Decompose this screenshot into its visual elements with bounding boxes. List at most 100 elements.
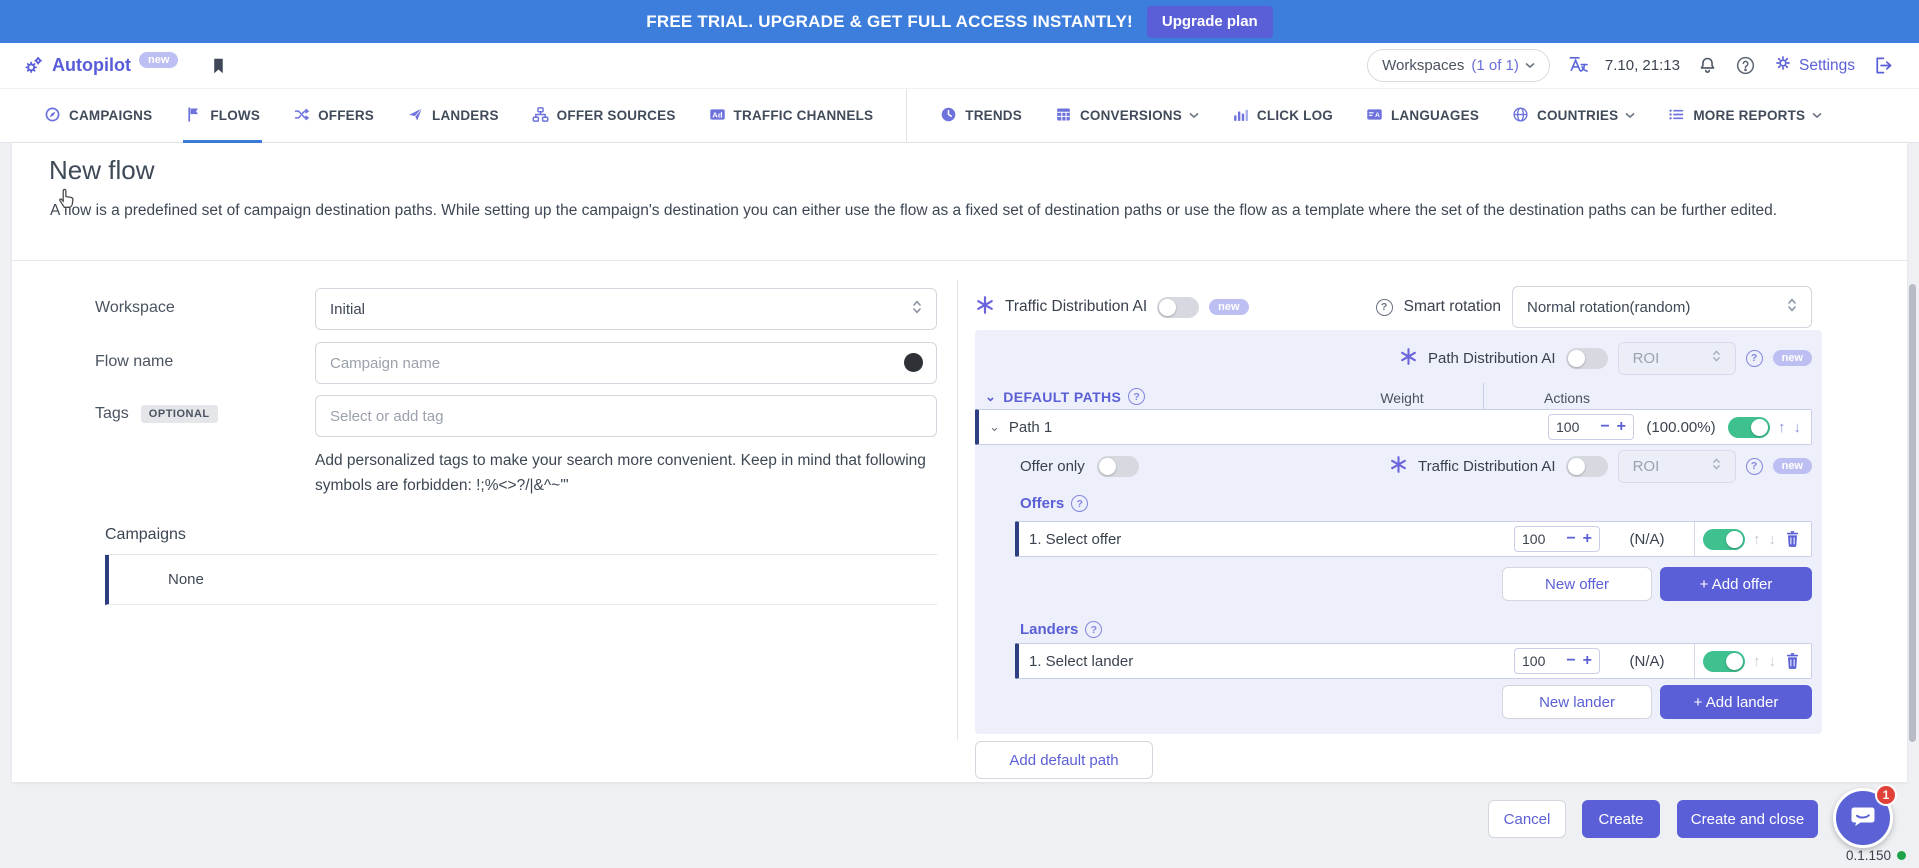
- lander-weight-value[interactable]: 100: [1522, 653, 1559, 669]
- lander-select-cell[interactable]: 1. Select lander: [1029, 653, 1506, 670]
- chat-unread-badge: 1: [1875, 784, 1897, 806]
- trash-icon[interactable]: [1784, 530, 1801, 548]
- create-button[interactable]: Create: [1582, 800, 1660, 838]
- path-name: Path 1: [1009, 419, 1052, 436]
- shuffle-icon: [293, 106, 310, 126]
- path-traffic-ai-toggle[interactable]: [1566, 456, 1608, 477]
- tab-click-log[interactable]: CLICK LOG: [1232, 89, 1333, 142]
- tab-landers[interactable]: LANDERS: [407, 89, 499, 142]
- path-enabled-toggle[interactable]: [1728, 417, 1770, 438]
- scrollbar-thumb[interactable]: [1909, 284, 1916, 742]
- cancel-button[interactable]: Cancel: [1488, 800, 1566, 838]
- divider: [957, 280, 958, 740]
- list-icon: [1668, 106, 1685, 126]
- path-weight-value[interactable]: 100: [1556, 419, 1593, 435]
- tags-label-row: Tags OPTIONAL: [95, 405, 218, 423]
- help-icon[interactable]: [1735, 55, 1756, 76]
- offer-row: 1. Select offer 100 − + (N/A) ↑ ↓: [1015, 521, 1812, 557]
- path-distribution-ai-row: Path Distribution AI ROI ? new: [1112, 341, 1812, 375]
- traffic-ai-label: Traffic Distribution AI: [1005, 298, 1147, 316]
- brand[interactable]: Autopilot new: [22, 55, 178, 77]
- version-text: 0.1.150: [1846, 848, 1891, 863]
- tab-countries[interactable]: COUNTRIES: [1512, 89, 1635, 142]
- chevron-down-icon: [1189, 112, 1199, 119]
- add-offer-button[interactable]: + Add offer: [1660, 567, 1812, 601]
- lander-enabled-toggle[interactable]: [1703, 651, 1745, 672]
- tags-input[interactable]: [315, 395, 937, 437]
- plus-icon[interactable]: +: [1583, 531, 1592, 547]
- minus-icon[interactable]: −: [1566, 653, 1575, 669]
- upgrade-plan-button[interactable]: Upgrade plan: [1147, 6, 1273, 38]
- offer-enabled-toggle[interactable]: [1703, 529, 1745, 550]
- tab-traffic-channels[interactable]: Ad TRAFFIC CHANNELS: [709, 89, 874, 142]
- offer-only-toggle[interactable]: [1097, 456, 1139, 477]
- campaigns-none-value: None: [168, 571, 204, 588]
- help-circle-icon[interactable]: ?: [1071, 495, 1088, 512]
- path-ai-metric-value: ROI: [1633, 350, 1660, 367]
- minus-icon[interactable]: −: [1566, 531, 1575, 547]
- settings-button[interactable]: Settings: [1773, 53, 1855, 78]
- logout-icon[interactable]: [1872, 55, 1893, 76]
- tab-offer-sources[interactable]: OFFER SOURCES: [532, 89, 676, 142]
- paper-plane-icon: [407, 106, 424, 126]
- autopilot-cogs-icon: [22, 55, 44, 77]
- minus-icon[interactable]: −: [1600, 419, 1609, 435]
- tab-languages[interactable]: A LANGUAGES: [1366, 89, 1479, 142]
- flow-name-color-dot[interactable]: [904, 353, 923, 372]
- help-circle-icon[interactable]: ?: [1376, 299, 1393, 316]
- add-lander-button[interactable]: + Add lander: [1660, 685, 1812, 719]
- lander-weight-stepper: 100 − +: [1514, 648, 1600, 674]
- workspace-select-value: Initial: [330, 301, 365, 318]
- tab-offers[interactable]: OFFERS: [293, 89, 374, 142]
- tab-conversions[interactable]: CONVERSIONS: [1055, 89, 1199, 142]
- tabs-group-divider: [906, 89, 907, 142]
- new-offer-button[interactable]: New offer: [1502, 567, 1652, 601]
- tab-more-reports[interactable]: MORE REPORTS: [1668, 89, 1822, 142]
- workspaces-dropdown[interactable]: Workspaces (1 of 1): [1367, 49, 1550, 82]
- lander-row: 1. Select lander 100 − + (N/A) ↑ ↓: [1015, 643, 1812, 679]
- select-chevrons-icon: [1787, 297, 1797, 317]
- chevron-down-icon: ⌄: [989, 419, 1000, 435]
- plus-icon[interactable]: +: [1583, 653, 1592, 669]
- plus-icon[interactable]: +: [1617, 419, 1626, 435]
- add-default-path-button[interactable]: Add default path: [975, 741, 1153, 779]
- move-up-icon[interactable]: ↑: [1778, 419, 1786, 436]
- trash-icon[interactable]: [1784, 652, 1801, 670]
- notifications-bell-icon[interactable]: [1697, 55, 1718, 76]
- help-circle-icon[interactable]: ?: [1128, 388, 1145, 405]
- workspace-select[interactable]: Initial: [315, 288, 937, 330]
- path-name-cell[interactable]: ⌄ Path 1: [989, 419, 1540, 436]
- path-ai-toggle[interactable]: [1566, 348, 1608, 369]
- move-up-icon: ↑: [1753, 653, 1761, 670]
- create-and-close-button[interactable]: Create and close: [1677, 800, 1818, 838]
- default-paths-title[interactable]: ⌄ DEFAULT PATHS ?: [985, 388, 1145, 405]
- trial-banner-text: FREE TRIAL. UPGRADE & GET FULL ACCESS IN…: [646, 12, 1133, 32]
- select-chevrons-icon: [912, 299, 922, 319]
- brand-name: Autopilot: [52, 55, 131, 76]
- offer-select-cell[interactable]: 1. Select offer: [1029, 531, 1506, 548]
- new-lander-button[interactable]: New lander: [1502, 685, 1652, 719]
- help-circle-icon[interactable]: ?: [1746, 350, 1763, 367]
- campaigns-icon: [44, 106, 61, 126]
- help-circle-icon[interactable]: ?: [1085, 621, 1102, 638]
- tab-flows[interactable]: FLOWS: [185, 89, 260, 142]
- tab-campaigns[interactable]: CAMPAIGNS: [44, 89, 152, 142]
- help-circle-icon[interactable]: ?: [1746, 458, 1763, 475]
- translate-icon[interactable]: [1567, 55, 1588, 76]
- tab-trends[interactable]: TRENDS: [940, 89, 1022, 142]
- actions-column-header: Actions: [1497, 390, 1637, 406]
- move-down-icon: ↓: [1769, 653, 1777, 670]
- path-ai-metric-select[interactable]: ROI: [1618, 342, 1736, 375]
- divider: [1694, 522, 1695, 556]
- settings-label: Settings: [1799, 57, 1855, 75]
- move-down-icon[interactable]: ↓: [1794, 419, 1802, 436]
- bookmark-icon[interactable]: [210, 56, 227, 76]
- metric-value: ROI: [1633, 458, 1660, 475]
- path-traffic-ai-metric-select[interactable]: ROI: [1618, 450, 1736, 483]
- new-badge: new: [1773, 350, 1812, 366]
- flow-name-input[interactable]: [315, 342, 937, 384]
- offer-weight-value[interactable]: 100: [1522, 531, 1559, 547]
- svg-text:Ad: Ad: [712, 110, 723, 119]
- chevron-down-icon: [1525, 62, 1535, 69]
- smart-rotation-select[interactable]: Normal rotation(random): [1512, 286, 1812, 328]
